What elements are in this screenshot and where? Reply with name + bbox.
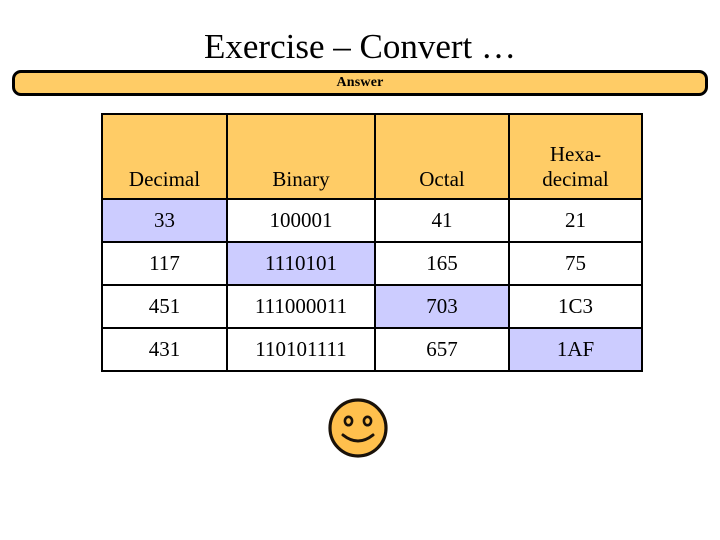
cell-binary: 1110101 bbox=[226, 241, 376, 286]
table-row: 117 1110101 165 75 bbox=[101, 241, 643, 286]
cell-binary: 111000011 bbox=[226, 284, 376, 329]
column-header-decimal: Decimal bbox=[101, 113, 228, 200]
table-row: 33 100001 41 21 bbox=[101, 198, 643, 243]
column-header-hexadecimal-line2: decimal bbox=[542, 167, 609, 191]
page-title: Exercise – Convert … bbox=[204, 27, 516, 66]
cell-decimal: 451 bbox=[101, 284, 228, 329]
answer-banner: Answer bbox=[12, 70, 708, 96]
cell-decimal: 33 bbox=[101, 198, 228, 243]
table-row: 431 110101111 657 1AF bbox=[101, 327, 643, 372]
cell-octal: 657 bbox=[374, 327, 510, 372]
table-header-row: Decimal Binary Octal Hexa- decimal bbox=[101, 113, 643, 200]
column-header-hexadecimal: Hexa- decimal bbox=[508, 113, 643, 200]
cell-binary: 110101111 bbox=[226, 327, 376, 372]
cell-octal: 703 bbox=[374, 284, 510, 329]
table-body: 33 100001 41 21 117 1110101 165 75 451 1… bbox=[101, 198, 643, 372]
cell-hexadecimal: 75 bbox=[508, 241, 643, 286]
cell-binary: 100001 bbox=[226, 198, 376, 243]
column-header-binary: Binary bbox=[226, 113, 376, 200]
cell-octal: 41 bbox=[374, 198, 510, 243]
cell-hexadecimal: 1AF bbox=[508, 327, 643, 372]
number-conversion-table: Decimal Binary Octal Hexa- decimal 33 10… bbox=[101, 113, 643, 372]
cell-decimal: 117 bbox=[101, 241, 228, 286]
cell-decimal: 431 bbox=[101, 327, 228, 372]
cell-hexadecimal: 21 bbox=[508, 198, 643, 243]
cell-octal: 165 bbox=[374, 241, 510, 286]
table-row: 451 111000011 703 1C3 bbox=[101, 284, 643, 329]
answer-banner-label: Answer bbox=[336, 75, 384, 90]
smiley-face-icon bbox=[328, 398, 388, 458]
cell-hexadecimal: 1C3 bbox=[508, 284, 643, 329]
column-header-octal: Octal bbox=[374, 113, 510, 200]
column-header-hexadecimal-line1: Hexa- bbox=[549, 142, 602, 166]
